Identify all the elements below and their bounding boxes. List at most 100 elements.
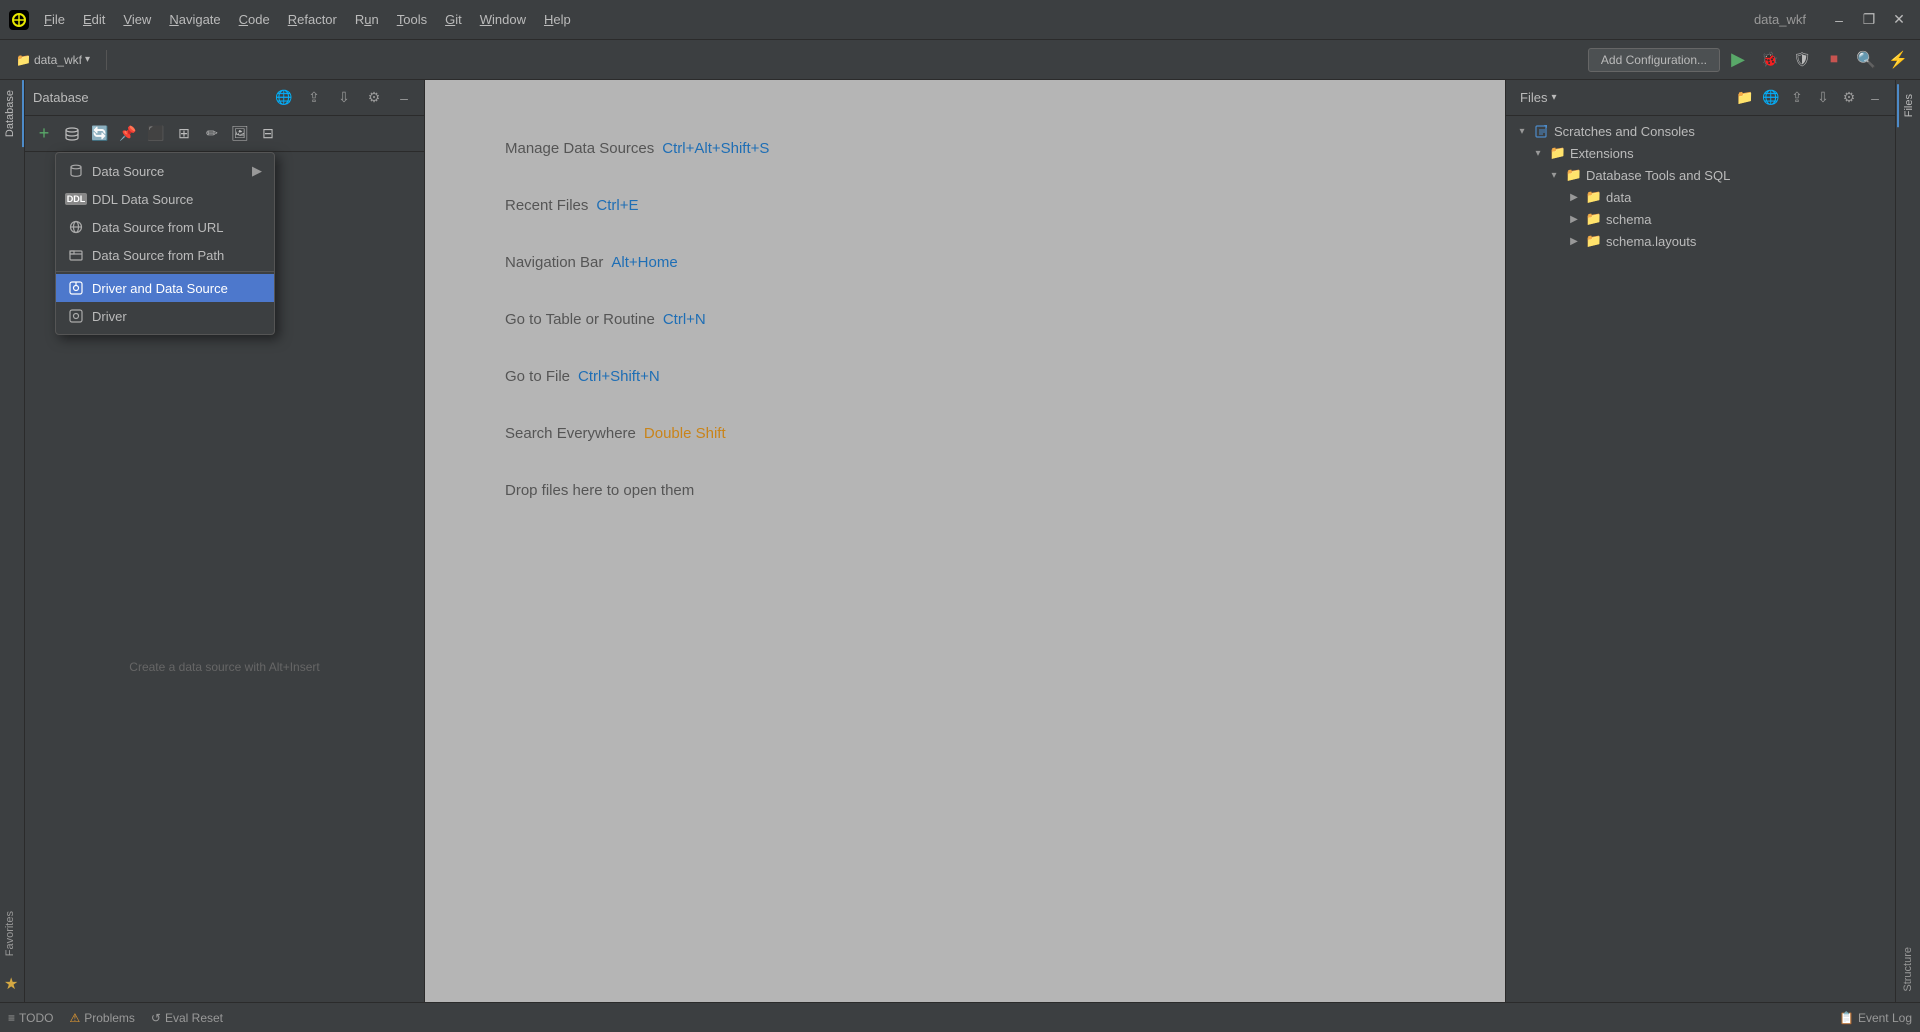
menu-help[interactable]: Help: [536, 8, 579, 31]
tree-toggle-scratches: ▾: [1514, 123, 1530, 139]
db-small-icon: [68, 163, 84, 179]
hint-shortcut-3: Ctrl+N: [663, 311, 706, 328]
hint-text-5: Search Everywhere: [505, 425, 636, 442]
tree-item-db-tools[interactable]: ▾ 📁 Database Tools and SQL: [1506, 164, 1895, 186]
tree-item-schema[interactable]: ▶ 📁 schema: [1506, 208, 1895, 230]
menu-window[interactable]: Window: [472, 8, 534, 31]
files-panel-header: Files ▾ 📁 🌐 ⇪ ⇩ ⚙ –: [1506, 80, 1895, 116]
menu-item-data-source-path[interactable]: Data Source from Path: [56, 241, 274, 269]
menu-navigate[interactable]: Navigate: [161, 8, 228, 31]
menu-file[interactable]: File: [36, 8, 73, 31]
close-panel-btn[interactable]: –: [392, 86, 416, 110]
files-folder-icon-btn[interactable]: 📁: [1733, 86, 1757, 110]
db-panel-empty: Create a data source with Alt+Insert: [25, 332, 424, 1002]
align-top-btn[interactable]: ⇪: [302, 86, 326, 110]
title-bar: File Edit View Navigate Code Refactor Ru…: [0, 0, 1920, 40]
tree-toggle-schema: ▶: [1566, 211, 1582, 227]
menu-item-data-source[interactable]: Data Source ▶: [56, 157, 274, 185]
tree-toggle-extensions: ▾: [1530, 145, 1546, 161]
pin-btn[interactable]: 📌: [115, 121, 141, 147]
close-button[interactable]: ✕: [1886, 7, 1912, 33]
tree-item-extensions[interactable]: ▾ 📁 Extensions: [1506, 142, 1895, 164]
window-controls: – ❐ ✕: [1826, 7, 1912, 33]
settings-btn[interactable]: ⚙: [362, 86, 386, 110]
menu-code[interactable]: Code: [231, 8, 278, 31]
add-configuration-button[interactable]: Add Configuration...: [1588, 48, 1720, 72]
menu-item-driver[interactable]: Driver: [56, 302, 274, 330]
status-todo[interactable]: ≡ TODO: [8, 1011, 53, 1025]
menu-item-ddl-data-source[interactable]: DDL DDL Data Source: [56, 185, 274, 213]
db-toolbar: + 🔄 📌 ⬛ ⊞ ✏ 🖼 ⊟: [25, 116, 424, 152]
search-everywhere-button[interactable]: 🔍: [1852, 46, 1880, 74]
sidebar-tab-structure[interactable]: Structure: [1898, 937, 1918, 1002]
sidebar-tab-favorites[interactable]: Favorites: [0, 901, 24, 966]
url-icon: [68, 219, 84, 235]
files-align-bottom-btn[interactable]: ⇩: [1811, 86, 1835, 110]
editor-area: Manage Data Sources Ctrl+Alt+Shift+S Rec…: [425, 80, 1505, 1002]
status-event-log[interactable]: 📋 Event Log: [1839, 1011, 1912, 1025]
stop-button[interactable]: ⏹: [1820, 46, 1848, 74]
menu-item-driver-and-data-source[interactable]: Driver and Data Source: [56, 274, 274, 302]
sidebar-tab-database[interactable]: Database: [0, 80, 24, 147]
menu-separator: [56, 271, 274, 272]
run-button[interactable]: ▶: [1724, 46, 1752, 74]
files-dropdown-btn[interactable]: Files ▾: [1514, 86, 1562, 109]
left-sidebar-tabs: Database Favorites ★: [0, 80, 25, 1002]
image-btn[interactable]: 🖼: [227, 121, 253, 147]
menu-refactor[interactable]: Refactor: [280, 8, 345, 31]
menu-bar: File Edit View Navigate Code Refactor Ru…: [36, 8, 1734, 31]
globe-icon-btn[interactable]: 🌐: [272, 86, 296, 110]
tree-item-schema-layouts[interactable]: ▶ 📁 schema.layouts: [1506, 230, 1895, 252]
table-btn[interactable]: ⊞: [171, 121, 197, 147]
menu-view[interactable]: View: [115, 8, 159, 31]
menu-git[interactable]: Git: [437, 8, 470, 31]
sidebar-tab-files[interactable]: Files: [1897, 84, 1919, 127]
eval-reset-icon: ↺: [151, 1011, 161, 1025]
hint-drop-files: Drop files here to open them: [505, 482, 694, 499]
menu-edit[interactable]: Edit: [75, 8, 113, 31]
menu-label-driver-and-data-source: Driver and Data Source: [92, 281, 228, 296]
align-bottom-btn[interactable]: ⇩: [332, 86, 356, 110]
files-align-icon-btn[interactable]: ⇪: [1785, 86, 1809, 110]
debug-button[interactable]: 🐞: [1756, 46, 1784, 74]
status-problems[interactable]: ⚠ Problems: [69, 1011, 134, 1025]
status-bar: ≡ TODO ⚠ Problems ↺ Eval Reset 📋 Event L…: [0, 1002, 1920, 1032]
database-icon-btn[interactable]: [59, 121, 85, 147]
coverage-button[interactable]: 🛡: [1788, 46, 1816, 74]
tree-label-extensions: Extensions: [1570, 146, 1634, 161]
tree-toggle-data: ▶: [1566, 189, 1582, 205]
files-dropdown-label: Files: [1520, 90, 1547, 105]
refresh-btn[interactable]: 🔄: [87, 121, 113, 147]
app-logo: [8, 9, 30, 31]
tree-label-data: data: [1606, 190, 1631, 205]
files-settings-btn[interactable]: ⚙: [1837, 86, 1861, 110]
hint-shortcut-0: Ctrl+Alt+Shift+S: [662, 140, 769, 157]
menu-label-data-source: Data Source: [92, 164, 164, 179]
filter-btn[interactable]: ⊟: [255, 121, 281, 147]
tree-label-schema: schema: [1606, 212, 1652, 227]
main-toolbar: 📁 data_wkf ▾ Add Configuration... ▶ 🐞 🛡 …: [0, 40, 1920, 80]
toolbar-right: Add Configuration... ▶ 🐞 🛡 ⏹ 🔍 ⚡: [1588, 46, 1912, 74]
stop-sync-btn[interactable]: ⬛: [143, 121, 169, 147]
minimize-button[interactable]: –: [1826, 7, 1852, 33]
hint-text-4: Go to File: [505, 368, 570, 385]
project-dropdown[interactable]: 📁 data_wkf ▾: [8, 49, 98, 71]
submenu-arrow-icon: ▶: [252, 163, 262, 179]
menu-tools[interactable]: Tools: [389, 8, 435, 31]
tree-label-db-tools: Database Tools and SQL: [1586, 168, 1730, 183]
favorites-star-icon[interactable]: ★: [0, 966, 24, 1002]
status-eval-reset[interactable]: ↺ Eval Reset: [151, 1011, 223, 1025]
maximize-button[interactable]: ❐: [1856, 7, 1882, 33]
tree-item-data[interactable]: ▶ 📁 data: [1506, 186, 1895, 208]
files-globe-icon-btn[interactable]: 🌐: [1759, 86, 1783, 110]
add-datasource-button[interactable]: +: [31, 121, 57, 147]
menu-item-data-source-url[interactable]: Data Source from URL: [56, 213, 274, 241]
tree-item-scratches[interactable]: ▾ Scratches and Consoles: [1506, 120, 1895, 142]
files-dropdown-arrow: ▾: [1551, 92, 1556, 103]
database-panel: Database 🌐 ⇪ ⇩ ⚙ – + 🔄 📌 ⬛ ⊞ ✏ 🖼 ⊟: [25, 80, 425, 1002]
update-button[interactable]: ⚡: [1884, 46, 1912, 74]
files-close-btn[interactable]: –: [1863, 86, 1887, 110]
edit-btn[interactable]: ✏: [199, 121, 225, 147]
hint-text-1: Recent Files: [505, 197, 588, 214]
menu-run[interactable]: Run: [347, 8, 387, 31]
